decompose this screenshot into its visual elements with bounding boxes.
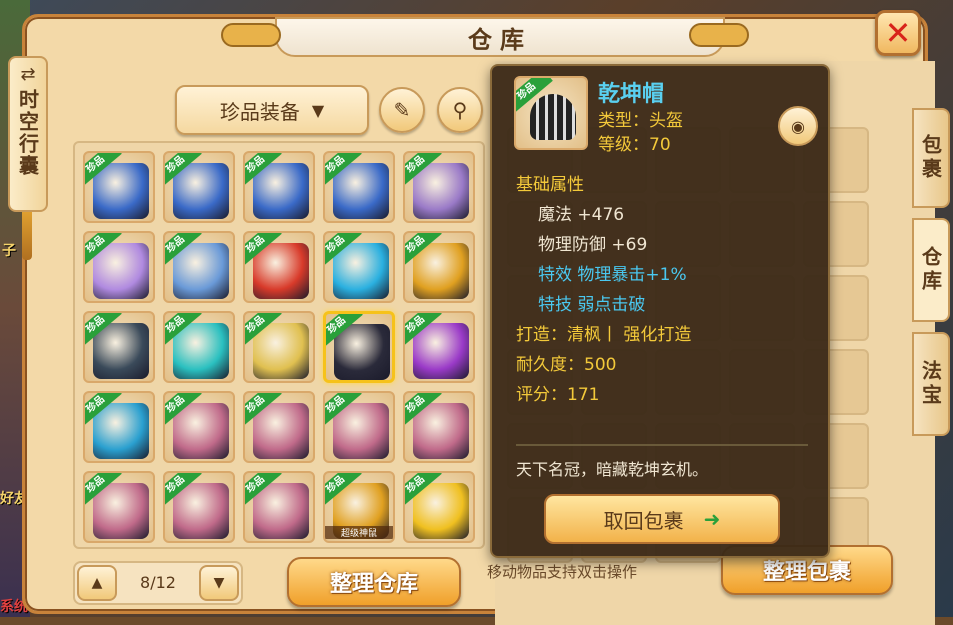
item-slot[interactable]: 珍品 [83,471,155,543]
pager: ▲ 8/12 ▼ [73,561,243,605]
item-slot[interactable]: 珍品 [323,311,395,383]
purple-hat-icon [413,323,469,379]
tab-inventory[interactable]: 包裹 [912,108,950,208]
item-slot[interactable]: 珍品 [403,471,475,543]
item-slot[interactable]: 珍品 [163,471,235,543]
pink-armor-icon [413,403,469,459]
item-slot[interactable]: 珍品 超级神鼠 [323,471,395,543]
item-sub-label: 超级神鼠 [325,526,393,539]
retrieve-label: 取回包裹 [603,508,684,533]
item-tooltip: 珍品 乾坤帽 类型：头盔 等级：70 ◉ 基础属性 魔法 +476 物理防御 +… [490,64,830,558]
attribute: 魔法 +476 [538,205,625,225]
item-slot[interactable]: 珍品 [243,231,315,303]
blue-sword-icon [333,163,389,219]
time-bag-tab[interactable]: ⇄ 时空行囊 [8,56,48,212]
chevron-up-icon[interactable]: ▲ [77,565,117,601]
item-slot[interactable]: 珍品 [83,151,155,223]
item-slot[interactable]: 珍品 [163,151,235,223]
chevron-down-icon[interactable]: ▼ [199,565,239,601]
sort-warehouse-button[interactable]: 整理仓库 [287,557,461,607]
category-dropdown[interactable]: 珍品装备 ▼ [175,85,369,135]
item-slot[interactable]: 珍品 [163,311,235,383]
item-slot[interactable]: 珍品 [403,311,475,383]
tab-treasure[interactable]: 法宝 [912,332,950,436]
tassel-decoration [22,212,32,260]
time-bag-label: 时空行囊 [15,89,40,177]
window-title: 仓库 [468,25,532,54]
item-slot[interactable]: 珍品 [323,151,395,223]
special-skill: 特技 弱点击破 [538,295,646,315]
dark-helmet-icon [93,323,149,379]
tab-warehouse[interactable]: 仓库 [912,218,950,322]
blue-fan-icon [333,243,389,299]
tab-warehouse-label: 仓库 [918,246,943,294]
item-level: 等级：70 [598,135,671,155]
tab-treasure-label: 法宝 [918,360,943,408]
item-slot[interactable]: 珍品 [243,311,315,383]
item-slot[interactable]: 珍品 [83,231,155,303]
item-slot[interactable]: 珍品 [323,391,395,463]
item-slot[interactable]: 珍品 [243,151,315,223]
item-slot[interactable]: 珍品 [243,391,315,463]
arrow-right-icon: ➜ [703,507,721,531]
golden-staff-icon [253,323,309,379]
item-slot[interactable]: 珍品 [243,471,315,543]
magnifier-icon[interactable]: ⚲ [437,87,483,133]
red-fan-icon [253,243,309,299]
title-ornament [221,23,281,47]
item-slot[interactable]: 珍品 [323,231,395,303]
eye-icon[interactable]: ◉ [778,106,818,146]
bg-label: 子 [2,243,16,259]
durability: 耐久度：500 [516,355,617,375]
page-indicator: 8/12 [140,573,176,592]
close-x-icon[interactable]: ✕ [875,10,921,56]
swap-arrows-icon: ⇄ [20,64,36,85]
blue-sword-icon [253,163,309,219]
warehouse-panel: 珍品装备 ▼ ✎ ⚲ 珍品 珍品 珍品 珍品 珍品 珍品 珍品 珍品 珍品 珍品 珍品 珍品 珍品 珍品珍… [53,61,489,625]
blue-bow-icon [173,243,229,299]
crystal-dagger-icon [173,323,229,379]
item-description: 天下名冠，暗藏乾坤玄机。 [516,460,709,479]
item-slot[interactable]: 珍品 [403,391,475,463]
pink-armor-icon [93,483,149,539]
warehouse-grid: 珍品 珍品 珍品 珍品 珍品 珍品 珍品 珍品 珍品 珍品 珍品 珍品 珍品 珍品 珍品 珍品 珍品 珍品 珍品 珍品… [73,141,485,549]
item-slot[interactable]: 珍品 [163,231,235,303]
pencil-icon[interactable]: ✎ [379,87,425,133]
special-effect: 特效 物理暴击+1% [538,265,687,285]
pink-armor-icon [253,403,309,459]
qiankun-hat-icon [334,324,390,380]
title-ornament [689,23,749,47]
hint-text: 移动物品支持双击操作 [487,563,638,581]
pink-armor-icon [253,483,309,539]
pink-armor-icon [333,403,389,459]
title-bar: 仓库 [275,17,725,57]
item-slot[interactable]: 珍品 [403,231,475,303]
attribute: 物理防御 +69 [538,235,648,255]
chevron-down-icon: ▼ [311,100,325,120]
crescent-bow-icon [93,243,149,299]
item-type: 类型：头盔 [598,111,683,131]
attributes-heading: 基础属性 [516,175,584,195]
item-name: 乾坤帽 [598,82,665,107]
item-slot[interactable]: 珍品 [83,391,155,463]
golden-axe-icon [413,243,469,299]
crescent-bow-icon [413,163,469,219]
golden-coin-icon [413,483,469,539]
tooltip-item-icon: 珍品 [514,76,588,150]
blue-sword-icon [93,163,149,219]
retrieve-button[interactable]: 取回包裹 ➜ [544,494,780,544]
item-slot[interactable]: 珍品 [403,151,475,223]
divider [516,444,808,446]
blue-cape-icon [93,403,149,459]
dropdown-label: 珍品装备 [219,99,300,124]
pink-armor-icon [173,403,229,459]
tab-inventory-label: 包裹 [918,134,943,182]
blue-sword-icon [173,163,229,219]
item-slot[interactable]: 珍品 [83,311,155,383]
score: 评分：171 [516,385,600,405]
pink-armor-icon [173,483,229,539]
item-slot[interactable]: 珍品 [163,391,235,463]
hat-icon [530,94,576,140]
craft-info: 打造：清枫丨 强化打造 [516,325,692,345]
